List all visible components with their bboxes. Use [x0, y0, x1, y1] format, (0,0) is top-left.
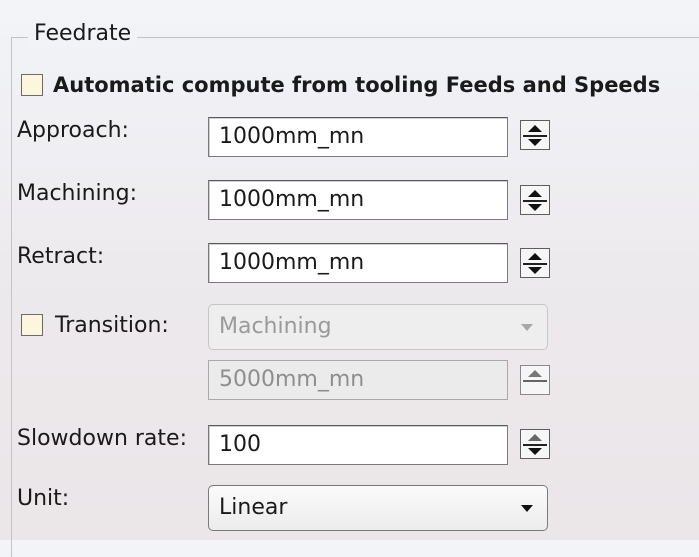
auto-compute-label: Automatic compute from tooling Feeds and… [53, 73, 661, 97]
slowdown-rate-label: Slowdown rate: [17, 426, 187, 451]
unit-select[interactable]: Linear [208, 485, 548, 531]
transition-label: Transition: [55, 313, 169, 338]
approach-spinner[interactable] [520, 120, 550, 150]
transition-spinner[interactable] [520, 365, 550, 395]
group-title: Feedrate [28, 21, 138, 47]
chevron-down-icon [521, 324, 533, 331]
spin-down-icon[interactable] [521, 444, 549, 458]
retract-label: Retract: [17, 244, 105, 269]
retract-input[interactable]: 1000mm_mn [208, 243, 508, 283]
transition-checkbox[interactable] [21, 314, 43, 336]
spin-up-icon[interactable] [521, 121, 549, 135]
unit-value: Linear [219, 495, 288, 520]
slowdown-rate-spinner[interactable] [520, 429, 550, 459]
spin-down-icon[interactable] [521, 380, 549, 394]
spin-up-icon[interactable] [521, 186, 549, 200]
transition-mode-value: Machining [219, 314, 332, 339]
machining-input[interactable]: 1000mm_mn [208, 180, 508, 220]
approach-label: Approach: [17, 118, 129, 143]
chevron-down-icon [521, 505, 533, 512]
transition-feed-input[interactable]: 5000mm_mn [208, 360, 508, 400]
approach-input[interactable]: 1000mm_mn [208, 117, 508, 157]
machining-label: Machining: [17, 181, 137, 206]
slowdown-rate-input[interactable]: 100 [208, 425, 508, 465]
spin-up-icon[interactable] [521, 366, 549, 380]
spin-up-icon[interactable] [521, 430, 549, 444]
auto-compute-checkbox[interactable] [21, 74, 43, 96]
spin-down-icon[interactable] [521, 200, 549, 214]
machining-spinner[interactable] [520, 185, 550, 215]
spin-down-icon[interactable] [521, 135, 549, 149]
unit-label: Unit: [17, 486, 70, 511]
transition-mode-select[interactable]: Machining [208, 304, 548, 350]
spin-down-icon[interactable] [521, 263, 549, 277]
retract-spinner[interactable] [520, 248, 550, 278]
spin-up-icon[interactable] [521, 249, 549, 263]
group-border [11, 37, 699, 557]
